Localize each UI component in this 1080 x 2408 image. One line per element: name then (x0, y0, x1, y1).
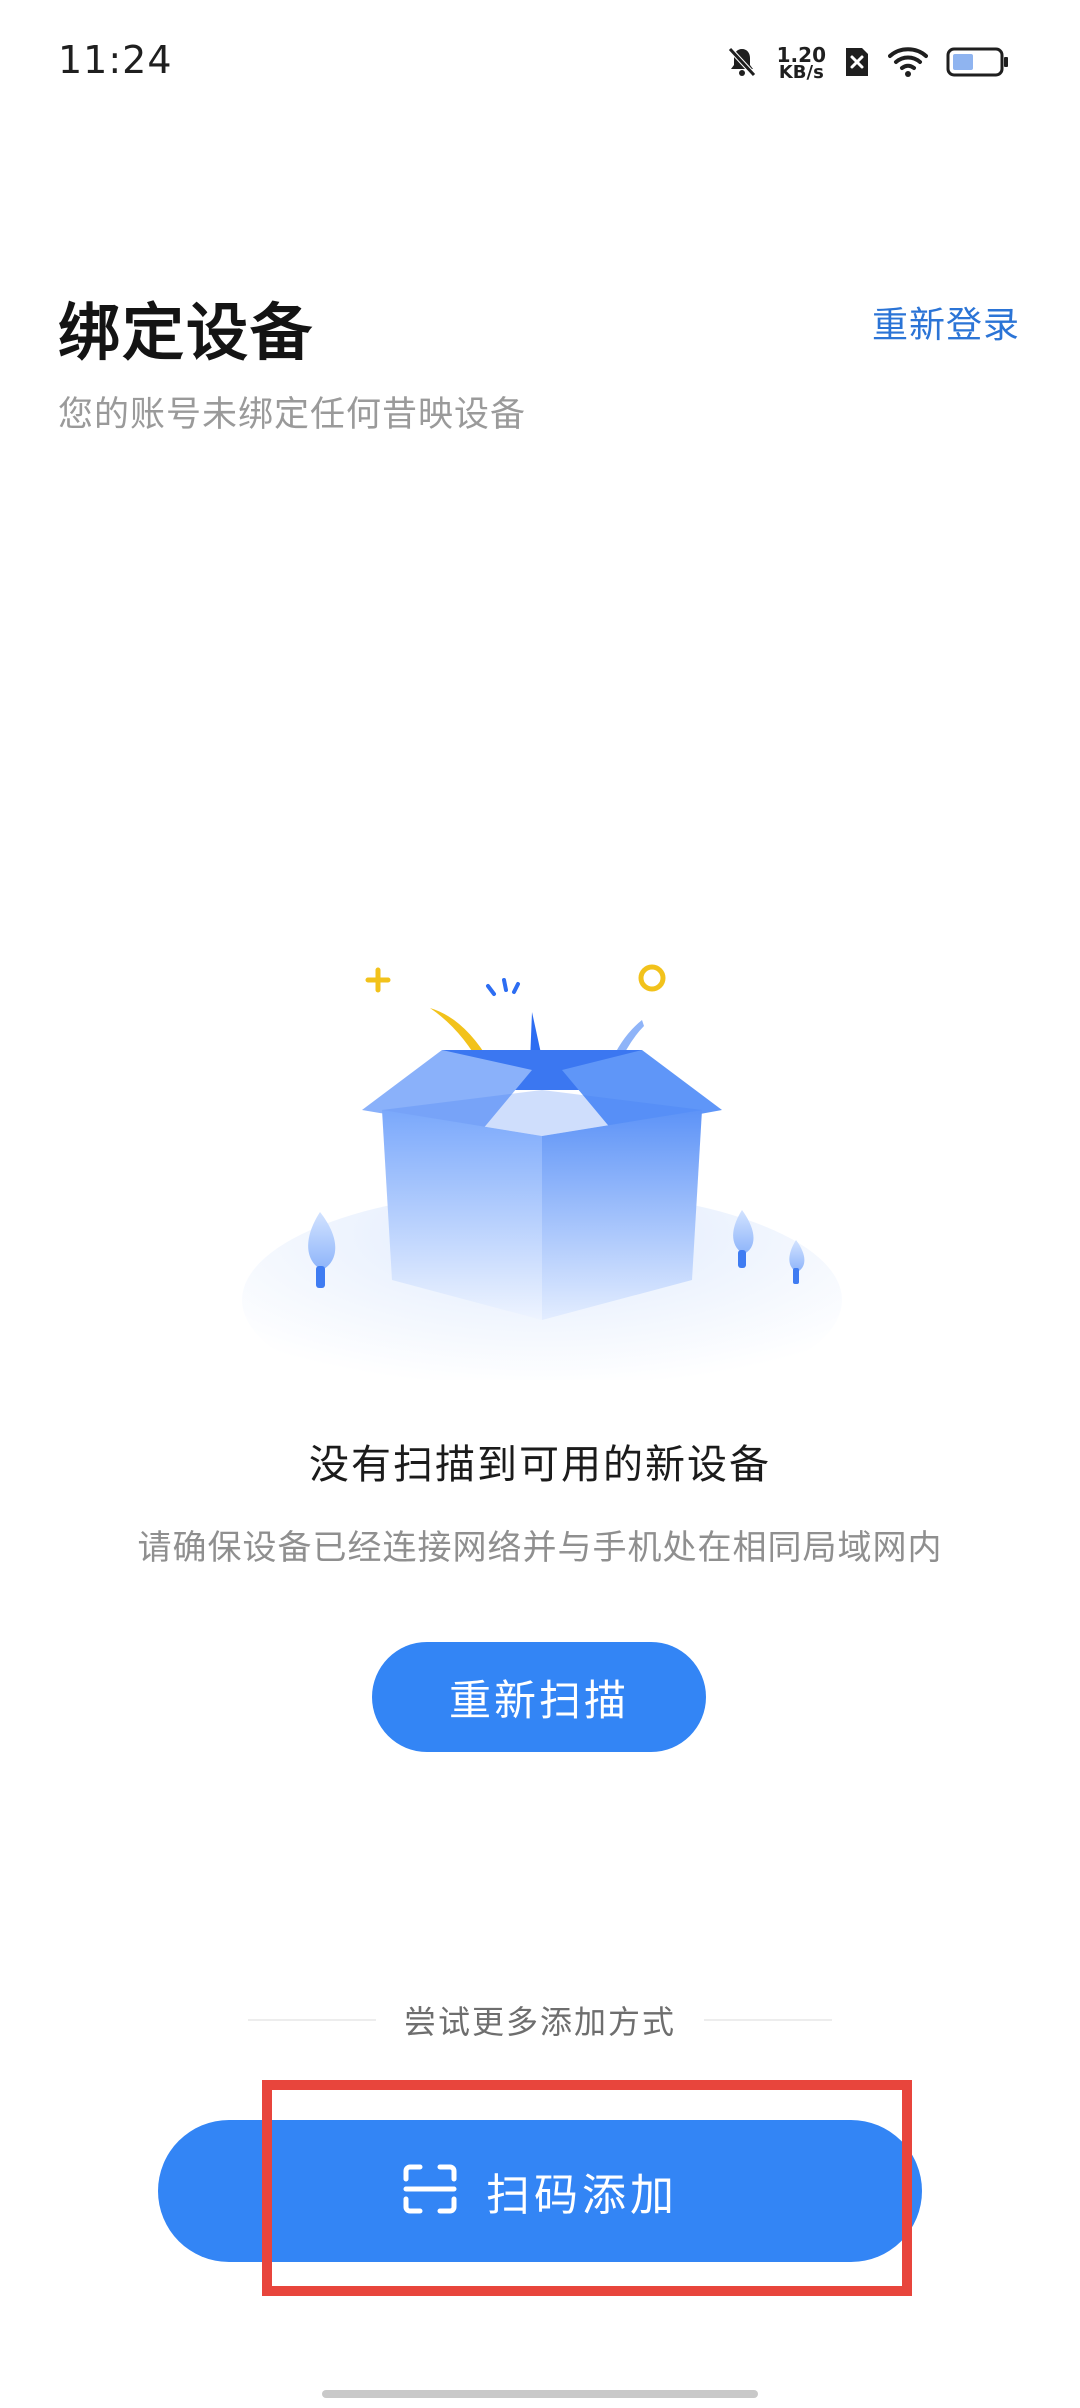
battery-icon (946, 46, 1010, 82)
home-indicator[interactable] (322, 2390, 758, 2398)
mute-bell-icon (725, 45, 759, 83)
page-title: 绑定设备 (58, 296, 315, 369)
empty-state-description: 请确保设备已经连接网络并与手机处在相同局域网内 (137, 1528, 943, 1568)
page-subtitle: 您的账号未绑定任何昔映设备 (58, 395, 527, 435)
status-icons: 1.20 KB/s (725, 38, 1010, 90)
status-time: 11:24 (58, 38, 173, 82)
sim-off-icon (844, 46, 870, 82)
divider-line-right (704, 2019, 833, 2021)
bind-device-page: 11:24 1.20 KB/s 绑定设备 重新登录 您的账号未绑定任何昔映设备 … (0, 0, 1080, 2408)
net-speed: 1.20 KB/s (777, 45, 826, 83)
rescan-button[interactable]: 重新扫描 (372, 1642, 706, 1752)
net-speed-unit: KB/s (778, 62, 824, 83)
relogin-link[interactable]: 重新登录 (872, 296, 1020, 348)
more-methods-label: 尝试更多添加方式 (404, 2003, 677, 2041)
wifi-icon (888, 46, 928, 82)
scan-add-button[interactable]: 扫码添加 (158, 2120, 922, 2262)
divider-line-left (248, 2019, 376, 2021)
open-box-illustration (232, 940, 852, 1410)
scan-frame-icon (402, 2163, 458, 2219)
empty-state-title: 没有扫描到可用的新设备 (309, 1442, 771, 1488)
scan-add-label: 扫码添加 (486, 2170, 678, 2221)
status-bar: 11:24 1.20 KB/s (0, 0, 1080, 130)
more-methods-divider: 尝试更多添加方式 (248, 1996, 833, 2044)
